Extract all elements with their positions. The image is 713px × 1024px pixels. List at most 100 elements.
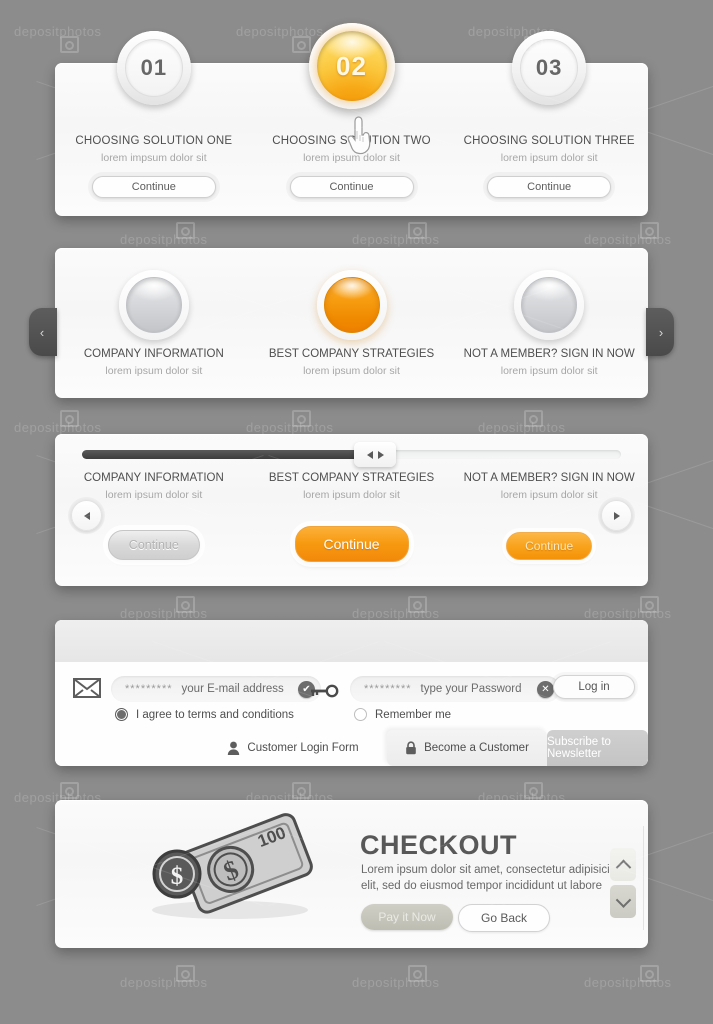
- continue-button[interactable]: Continue: [487, 176, 612, 198]
- user-icon: [228, 741, 240, 755]
- spheres-row: COMPANY INFORMATION lorem ipsum dolor si…: [55, 248, 648, 398]
- watermark-text: depositphotos: [352, 975, 440, 990]
- step-subtitle: lorem impsum dolor sit: [101, 152, 207, 164]
- progress-slider[interactable]: [82, 442, 621, 467]
- sphere-button-orange[interactable]: [316, 270, 387, 340]
- step-item: 02 CHOOSING SOLUTION TWO lorem ipsum dol…: [253, 23, 451, 216]
- sphere-item: COMPANY INFORMATION lorem ipsum dolor si…: [55, 248, 253, 398]
- terms-radio-row[interactable]: I agree to terms and conditions: [115, 708, 294, 721]
- sphere-item: BEST COMPANY STRATEGIES lorem ipsum dolo…: [253, 248, 451, 398]
- tab-label: Become a Customer: [424, 742, 529, 754]
- sphere-ball: [323, 277, 380, 333]
- watermark-text: depositphotos: [584, 232, 672, 247]
- scroll-up-button[interactable]: [610, 848, 636, 881]
- step-item: 03 CHOOSING SOLUTION THREE lorem ipsum d…: [450, 31, 648, 216]
- tab-subscribe-to-newsletter[interactable]: Subscribe to Newsletter: [547, 730, 648, 766]
- step-number-label: 01: [124, 39, 183, 97]
- slider-panel: COMPANY INFORMATION lorem ipsum dolor si…: [55, 434, 648, 586]
- watermark-text: depositphotos: [120, 975, 208, 990]
- prev-round-button[interactable]: [71, 500, 102, 531]
- continue-button-secondary[interactable]: Continue: [506, 532, 593, 560]
- chevron-down-icon: [615, 892, 631, 908]
- left-arrow-icon: [83, 511, 90, 520]
- sphere-item: NOT A MEMBER? SIGN IN NOW lorem ipsum do…: [450, 248, 648, 398]
- tab-label: Customer Login Form: [247, 742, 359, 754]
- password-placeholder: type your Password: [420, 683, 522, 695]
- email-masked-value: *********: [125, 683, 173, 695]
- continue-button[interactable]: Continue: [91, 176, 216, 198]
- slider-subtitle: lorem ipsum dolor sit: [303, 489, 400, 501]
- remember-radio-row[interactable]: Remember me: [354, 708, 451, 721]
- watermark-text: depositphotos: [246, 420, 334, 435]
- next-arrow-tab[interactable]: ›: [646, 308, 674, 356]
- ui-kit-canvas: 01 CHOOSING SOLUTION ONE lorem impsum do…: [0, 0, 713, 1024]
- terms-label: I agree to terms and conditions: [136, 708, 294, 721]
- watermark-text: depositphotos: [352, 606, 440, 621]
- continue-button-primary[interactable]: Continue: [294, 526, 409, 562]
- watermark-text: depositphotos: [120, 606, 208, 621]
- step-number-label: 03: [520, 39, 579, 97]
- slider-fill: [82, 450, 368, 459]
- remember-label: Remember me: [375, 708, 452, 721]
- tab-label: Subscribe to Newsletter: [547, 736, 611, 760]
- step-number-circle-active[interactable]: 02: [308, 23, 395, 109]
- tab-become-a-customer[interactable]: Become a Customer: [387, 730, 547, 766]
- chevron-up-icon: [615, 859, 631, 876]
- email-placeholder: your E-mail address: [181, 683, 284, 695]
- password-field[interactable]: ********* type your Password ✕: [350, 676, 560, 702]
- slider-items-row: COMPANY INFORMATION lorem ipsum dolor si…: [55, 472, 648, 582]
- slider-title: COMPANY INFORMATION: [83, 472, 224, 484]
- money-icon: $ 100 $: [152, 813, 313, 919]
- terms-radio[interactable]: [115, 708, 128, 721]
- watermark-text: depositphotos: [478, 420, 566, 435]
- watermark-text: depositphotos: [352, 232, 440, 247]
- pay-now-button[interactable]: Pay it Now: [361, 904, 453, 930]
- step-number-label: 02: [316, 31, 387, 101]
- sphere-subtitle: lorem ipsum dolor sit: [105, 365, 203, 377]
- continue-button-disabled[interactable]: Continue: [107, 530, 200, 560]
- login-button[interactable]: Log in: [553, 675, 635, 699]
- sphere-button-silver[interactable]: [118, 270, 189, 340]
- slider-title: BEST COMPANY STRATEGIES: [268, 472, 435, 484]
- login-panel-body: ********* your E-mail address ✔ ********…: [55, 662, 648, 766]
- login-panel-header: [55, 620, 648, 662]
- continue-button[interactable]: Continue: [289, 176, 414, 198]
- step-subtitle: lorem ipsum dolor sit: [500, 152, 598, 164]
- login-tabs: Customer Login Form Become a Customer Su…: [199, 730, 648, 766]
- key-icon: [311, 684, 339, 698]
- handle-left-arrow-icon[interactable]: [366, 450, 373, 459]
- checkout-description: Lorem ipsum dolor sit amet, consectetur …: [361, 864, 623, 892]
- step-number-circle[interactable]: 01: [116, 31, 191, 105]
- password-masked-value: *********: [364, 683, 412, 695]
- next-round-button[interactable]: [601, 500, 632, 531]
- slider-handle[interactable]: [354, 442, 397, 467]
- slider-title: NOT A MEMBER? SIGN IN NOW: [463, 472, 635, 484]
- step-item: 01 CHOOSING SOLUTION ONE lorem impsum do…: [55, 31, 253, 216]
- lock-icon: [406, 741, 416, 755]
- remember-radio[interactable]: [354, 708, 367, 721]
- sphere-title: BEST COMPANY STRATEGIES: [268, 348, 435, 360]
- sphere-ball: [125, 277, 182, 333]
- go-back-button[interactable]: Go Back: [458, 904, 550, 932]
- scroll-down-button[interactable]: [610, 885, 636, 918]
- watermark-text: depositphotos: [120, 232, 208, 247]
- step-subtitle: lorem ipsum dolor sit: [303, 152, 400, 164]
- checkout-divider: [643, 826, 644, 930]
- spheres-panel: ‹ › COMPANY INFORMATION lorem ipsum dolo…: [29, 248, 674, 398]
- steps-panel: 01 CHOOSING SOLUTION ONE lorem impsum do…: [55, 23, 648, 216]
- sphere-subtitle: lorem ipsum dolor sit: [500, 365, 598, 377]
- step-number-circle[interactable]: 03: [512, 31, 587, 105]
- sphere-subtitle: lorem ipsum dolor sit: [303, 365, 400, 377]
- watermark-text: depositphotos: [14, 24, 102, 39]
- handle-right-arrow-icon[interactable]: [377, 450, 384, 459]
- watermark-text: depositphotos: [14, 420, 102, 435]
- sphere-button-silver[interactable]: [514, 270, 585, 340]
- sphere-title: NOT A MEMBER? SIGN IN NOW: [463, 348, 635, 360]
- right-arrow-icon: [613, 511, 620, 520]
- step-title: CHOOSING SOLUTION TWO: [272, 135, 431, 147]
- step-title: CHOOSING SOLUTION THREE: [463, 135, 635, 147]
- tab-customer-login-form[interactable]: Customer Login Form: [199, 730, 387, 766]
- email-field[interactable]: ********* your E-mail address ✔: [111, 676, 321, 702]
- prev-arrow-tab[interactable]: ‹: [29, 308, 57, 356]
- password-clear-icon[interactable]: ✕: [537, 680, 554, 698]
